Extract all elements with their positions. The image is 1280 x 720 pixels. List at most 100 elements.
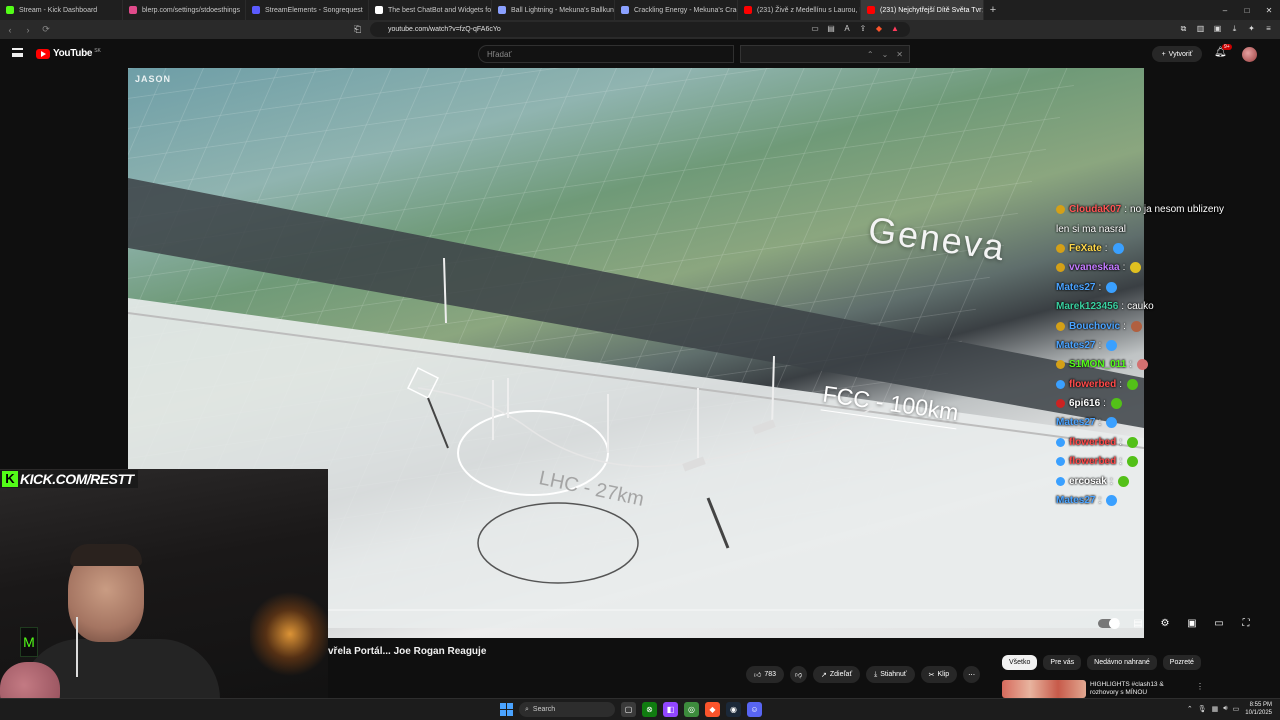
autoplay-toggle[interactable] bbox=[1098, 618, 1120, 629]
chat-message: ercosak: bbox=[1056, 471, 1226, 490]
browser-tab[interactable]: The best ChatBot and Widgets for K bbox=[369, 0, 492, 20]
close-window-button[interactable]: ✕ bbox=[1258, 6, 1280, 15]
dislike-button[interactable]: 👎︎ bbox=[790, 666, 808, 683]
volume-icon[interactable]: 🔊︎ bbox=[1223, 705, 1227, 713]
chat-separator: : bbox=[1098, 339, 1102, 351]
account-avatar[interactable] bbox=[1242, 47, 1257, 62]
chat-username[interactable]: flowerbed bbox=[1069, 456, 1116, 467]
system-clock[interactable]: 8:55 PM 10/1/2025 bbox=[1245, 701, 1272, 717]
windows-start-icon[interactable] bbox=[500, 703, 513, 716]
new-tab-button[interactable]: + bbox=[984, 4, 1002, 16]
youtube-logo[interactable]: YouTube SK bbox=[36, 48, 101, 59]
extensions-icon[interactable]: ⧉ bbox=[1176, 22, 1191, 36]
chat-emote-icon bbox=[1127, 378, 1139, 390]
clip-button[interactable]: ✂ Klip bbox=[920, 666, 958, 683]
menu-icon[interactable]: ≡ bbox=[1261, 22, 1276, 36]
chat-message: len si ma nasral bbox=[1056, 219, 1226, 238]
share-arrow-icon: ↗ bbox=[821, 671, 827, 679]
chat-username[interactable]: ercosak bbox=[1069, 476, 1107, 487]
hamburger-menu-icon[interactable] bbox=[12, 48, 23, 57]
download-button[interactable]: ⤓ Stiahnuť bbox=[866, 666, 915, 683]
task-view-icon[interactable]: ▢ bbox=[621, 702, 636, 717]
filter-chip[interactable]: Nedávno nahrané bbox=[1087, 655, 1157, 670]
search-input[interactable]: Hľadať bbox=[478, 45, 734, 63]
recommended-video[interactable]: HIGHLIGHTS #clash13 & rozhovory s MÍNOU bbox=[1002, 680, 1202, 698]
chat-username[interactable]: flowerbed bbox=[1069, 437, 1116, 448]
mic-icon[interactable]: 🎙︎ bbox=[1198, 705, 1207, 713]
chat-emote-icon bbox=[1112, 242, 1124, 254]
chat-username[interactable]: vvaneskaa bbox=[1069, 262, 1120, 273]
back-icon[interactable]: ‹ bbox=[2, 25, 18, 35]
reader-icon[interactable]: ▤ bbox=[824, 22, 838, 36]
chat-username[interactable]: S1MON_011 bbox=[1069, 359, 1126, 370]
theater-mode-icon[interactable]: ▭ bbox=[1210, 618, 1228, 629]
twitch-icon[interactable]: ◧ bbox=[663, 702, 678, 717]
brave-browser-icon[interactable]: ◆ bbox=[705, 702, 720, 717]
more-actions-button[interactable]: ⋯ bbox=[963, 666, 981, 683]
downloads-icon[interactable]: ⤓ bbox=[1227, 22, 1242, 36]
chat-username[interactable]: Marek123456 bbox=[1056, 301, 1118, 312]
chevron-up-icon[interactable]: ⌃ bbox=[1187, 705, 1193, 713]
like-button[interactable]: 👍︎ 783 bbox=[746, 666, 785, 683]
video-progress-bar[interactable] bbox=[200, 609, 1144, 611]
steam-icon[interactable]: ◉ bbox=[726, 702, 741, 717]
settings-gear-icon[interactable]: ⚙ bbox=[1156, 618, 1174, 629]
browser-tab[interactable]: StreamElements - Songrequest bbox=[246, 0, 369, 20]
recommended-more-icon[interactable]: ⋮ bbox=[1196, 682, 1204, 691]
chat-username[interactable]: flowerbed bbox=[1069, 379, 1116, 390]
chat-username[interactable]: FeXate bbox=[1069, 243, 1102, 254]
translate-icon[interactable]: A bbox=[840, 22, 854, 36]
chat-separator: : bbox=[1119, 436, 1123, 448]
share-icon[interactable]: ⇪ bbox=[856, 22, 870, 36]
reload-icon[interactable]: ⟳ bbox=[38, 24, 54, 35]
chat-badge-icon bbox=[1056, 205, 1065, 215]
chat-separator: : bbox=[1129, 359, 1133, 371]
brave-rewards-icon[interactable]: ▲ bbox=[888, 22, 902, 36]
create-button[interactable]: + Vytvoriť bbox=[1152, 46, 1202, 62]
filter-chip[interactable]: Všetko bbox=[1002, 655, 1038, 670]
tab-title: Ball Lightning - Mekuna's Ballkuna bbox=[511, 6, 615, 14]
chat-overlay: CloudaK07: no ja nesom ublizeny len si ma … bbox=[1056, 200, 1226, 510]
chat-username[interactable]: 6pi616 bbox=[1069, 398, 1100, 409]
forward-icon[interactable]: › bbox=[20, 25, 36, 35]
cast-icon[interactable]: ▭ bbox=[808, 22, 822, 36]
minimize-button[interactable]: – bbox=[1214, 6, 1236, 15]
filter-chip[interactable]: Pozreté bbox=[1162, 655, 1201, 670]
discord-icon[interactable]: ☺ bbox=[747, 702, 762, 717]
leo-icon[interactable]: ✦ bbox=[1244, 22, 1259, 36]
share-button[interactable]: ↗ Zdieľať bbox=[813, 666, 861, 683]
browser-tab[interactable]: blerp.com/settings/stdoesthings bbox=[123, 0, 246, 20]
subtitles-icon[interactable]: ▤ bbox=[1129, 618, 1147, 629]
xbox-icon[interactable]: ⊗ bbox=[642, 702, 657, 717]
maximize-button[interactable]: □ bbox=[1236, 6, 1258, 15]
brave-shield-icon[interactable]: ◆ bbox=[872, 22, 886, 36]
filter-chip[interactable]: Pre vás bbox=[1043, 655, 1082, 670]
chat-username[interactable]: Bouchovic bbox=[1069, 321, 1120, 332]
browser-tab[interactable]: Crackling Energy - Mekuna's Crackli bbox=[615, 0, 738, 20]
browser-tab[interactable]: (231) Nejchytřejší Dítě Světa Tvr✕ bbox=[861, 0, 984, 20]
bookmark-icon[interactable]: ⎗ bbox=[354, 24, 361, 35]
wallet-icon[interactable]: ▣ bbox=[1210, 22, 1225, 36]
chrome-icon[interactable]: ◎ bbox=[684, 702, 699, 717]
clock-time: 8:55 PM bbox=[1249, 702, 1272, 708]
miniplayer-icon[interactable]: ▣ bbox=[1183, 618, 1201, 629]
browser-tab[interactable]: Ball Lightning - Mekuna's Ballkuna bbox=[492, 0, 615, 20]
find-close-icon[interactable]: ✕ bbox=[896, 50, 903, 59]
find-prev-icon[interactable]: ⌃ bbox=[867, 50, 874, 59]
chat-username[interactable]: Mates27 bbox=[1056, 340, 1095, 351]
taskbar-search[interactable]: ⌕ Search bbox=[519, 702, 615, 717]
fullscreen-icon[interactable]: ⛶ bbox=[1237, 618, 1255, 629]
chat-separator: : bbox=[1119, 378, 1123, 390]
sidebar-icon[interactable]: ▥ bbox=[1193, 22, 1208, 36]
like-count: 783 bbox=[764, 671, 777, 678]
chat-username[interactable]: Mates27 bbox=[1056, 495, 1095, 506]
chat-message: Mates27: bbox=[1056, 491, 1226, 510]
browser-tab[interactable]: Stream - Kick Dashboard bbox=[0, 0, 123, 20]
battery-icon[interactable]: ▭ bbox=[1233, 705, 1240, 713]
network-icon[interactable]: ▦ bbox=[1212, 705, 1219, 713]
find-next-icon[interactable]: ⌄ bbox=[882, 50, 889, 59]
chat-username[interactable]: CloudaK07 bbox=[1069, 204, 1121, 215]
chat-username[interactable]: Mates27 bbox=[1056, 282, 1095, 293]
chat-username[interactable]: Mates27 bbox=[1056, 417, 1095, 428]
browser-tab[interactable]: (231) Živě z Medellínu s Laurou, Ko bbox=[738, 0, 861, 20]
